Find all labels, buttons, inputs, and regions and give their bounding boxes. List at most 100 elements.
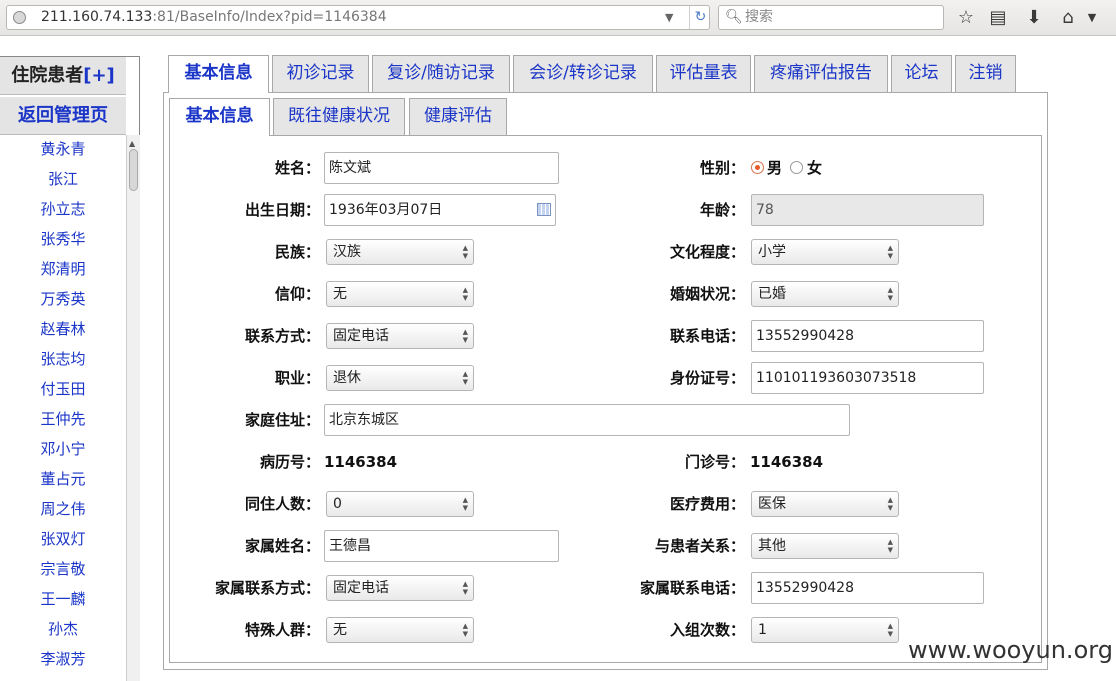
medical-cost-select[interactable]: 医保 ▲ ▼ — [751, 491, 899, 517]
ethnicity-select[interactable]: 汉族 ▲ ▼ — [326, 239, 474, 265]
marital-status-value: 已婚 — [758, 286, 786, 302]
id-card-label: 身份证号： — [669, 369, 745, 387]
medical-cost-label: 医疗费用： — [669, 495, 745, 513]
patient-link[interactable]: 赵春林 — [0, 319, 126, 339]
back-to-admin-button[interactable]: 返回管理页 — [0, 97, 126, 135]
family-contact-method-select[interactable]: 固定电话 ▲ ▼ — [326, 575, 474, 601]
download-icon[interactable]: ⬇ — [1022, 6, 1046, 30]
gender-female-label: 女 — [807, 159, 823, 177]
family-contact-method-label: 家属联系方式： — [214, 579, 320, 597]
patient-link[interactable]: 张江 — [0, 169, 126, 189]
phone-label: 联系电话： — [669, 327, 745, 345]
subtab-health-history[interactable]: 既往健康状况 — [273, 98, 405, 135]
tab-pain-report[interactable]: 疼痛评估报告 — [754, 55, 888, 92]
scroll-up-icon[interactable]: ▲ — [129, 139, 135, 148]
tab-logout[interactable]: 注销 — [955, 55, 1016, 92]
patient-link[interactable]: 张志均 — [0, 349, 126, 369]
patient-link[interactable]: 周之伟 — [0, 499, 126, 519]
occupation-select[interactable]: 退休 ▲ ▼ — [326, 365, 474, 391]
special-group-label: 特殊人群： — [244, 621, 320, 639]
patient-link[interactable]: 张双灯 — [0, 529, 126, 549]
reload-icon[interactable]: ↻ — [689, 6, 711, 29]
url-dropdown-icon[interactable]: ▼ — [665, 6, 673, 29]
birth-date-input[interactable]: 1936年03月07日 — [324, 194, 556, 226]
reading-list-icon[interactable]: ▤ — [986, 6, 1010, 30]
tab-follow-up[interactable]: 复诊/随访记录 — [372, 55, 510, 92]
scrollbar-thumb[interactable] — [129, 149, 138, 191]
patient-link[interactable]: 孙杰 — [0, 619, 126, 639]
religion-select[interactable]: 无 ▲ ▼ — [326, 281, 474, 307]
subtab-health-assessment[interactable]: 健康评估 — [409, 98, 507, 135]
search-icon: 🔍︎ — [725, 9, 743, 25]
sidebar-scrollbar[interactable]: ▲ — [126, 135, 140, 681]
patient-link[interactable]: 郑清明 — [0, 259, 126, 279]
education-label: 文化程度： — [669, 243, 745, 261]
phone-input[interactable]: 13552990428 — [751, 320, 984, 352]
patient-link[interactable]: 付玉田 — [0, 379, 126, 399]
inpatient-header: 住院患者[+] — [0, 57, 126, 95]
url-text[interactable]: 211.160.74.133:81/BaseInfo/Index?pid=114… — [41, 6, 387, 29]
menu-dropdown-icon[interactable]: ▼ — [1080, 6, 1104, 30]
tab-initial-visit[interactable]: 初诊记录 — [272, 55, 369, 92]
marital-status-select[interactable]: 已婚 ▲ ▼ — [751, 281, 899, 307]
group-count-select[interactable]: 1 ▲ ▼ — [751, 617, 899, 643]
patient-link[interactable]: 宗言敬 — [0, 559, 126, 579]
url-bar[interactable]: 211.160.74.133:81/BaseInfo/Index?pid=114… — [6, 5, 710, 30]
select-arrows-icon: ▲ ▼ — [462, 496, 468, 512]
bookmark-star-icon[interactable]: ☆ — [954, 6, 978, 30]
gender-male-radio[interactable] — [751, 161, 764, 174]
family-phone-input[interactable]: 13552990428 — [751, 572, 984, 604]
calendar-icon[interactable] — [537, 203, 551, 216]
home-icon[interactable]: ⌂ — [1056, 6, 1080, 30]
medical-record-value: 1146384 — [324, 453, 398, 471]
select-arrows-icon: ▲ ▼ — [462, 286, 468, 302]
age-input: 78 — [751, 194, 984, 226]
patient-link[interactable]: 王一麟 — [0, 589, 126, 609]
patient-link[interactable]: 李淑芳 — [0, 649, 126, 669]
patient-link[interactable]: 邓小宁 — [0, 439, 126, 459]
birth-date-value: 1936年03月07日 — [329, 202, 443, 218]
address-input[interactable]: 北京东城区 — [324, 404, 850, 436]
special-group-select[interactable]: 无 ▲ ▼ — [326, 617, 474, 643]
education-value: 小学 — [758, 244, 786, 260]
patient-link[interactable]: 张秀华 — [0, 229, 126, 249]
search-bar[interactable]: 🔍︎ 搜索 — [718, 5, 944, 30]
family-name-input[interactable]: 王德昌 — [324, 530, 559, 562]
select-arrows-icon: ▲ ▼ — [887, 244, 893, 260]
watermark-text: www.wooyun.org — [908, 636, 1113, 664]
medical-record-label: 病历号： — [259, 453, 320, 471]
occupation-value: 退休 — [333, 370, 361, 386]
family-phone-label: 家属联系电话： — [639, 579, 745, 597]
group-count-label: 入组次数： — [669, 621, 745, 639]
add-patient-button[interactable]: [+] — [83, 65, 115, 86]
patient-link[interactable]: 王仲先 — [0, 409, 126, 429]
family-name-label: 家属姓名： — [244, 537, 320, 555]
select-arrows-icon: ▲ ▼ — [462, 622, 468, 638]
tab-forum[interactable]: 论坛 — [891, 55, 952, 92]
relation-select[interactable]: 其他 ▲ ▼ — [751, 533, 899, 559]
marital-status-label: 婚姻状况： — [669, 285, 745, 303]
gender-female-radio[interactable] — [790, 161, 803, 174]
religion-label: 信仰： — [274, 285, 320, 303]
tab-basic-info[interactable]: 基本信息 — [168, 55, 269, 93]
name-label: 姓名： — [274, 159, 320, 177]
patient-link[interactable]: 孙立志 — [0, 199, 126, 219]
name-input[interactable]: 陈文斌 — [324, 152, 559, 184]
cohabitants-label: 同住人数： — [244, 495, 320, 513]
patient-link[interactable]: 万秀英 — [0, 289, 126, 309]
gender-label: 性别： — [699, 159, 745, 177]
gender-male-label: 男 — [767, 159, 783, 177]
education-select[interactable]: 小学 ▲ ▼ — [751, 239, 899, 265]
contact-method-select[interactable]: 固定电话 ▲ ▼ — [326, 323, 474, 349]
patient-link[interactable]: 黄永青 — [0, 139, 126, 159]
tab-consultation[interactable]: 会诊/转诊记录 — [513, 55, 653, 92]
patient-link[interactable]: 董占元 — [0, 469, 126, 489]
ethnicity-value: 汉族 — [333, 244, 361, 260]
occupation-label: 职业： — [274, 369, 320, 387]
subtab-basic-info[interactable]: 基本信息 — [169, 98, 270, 136]
id-card-input[interactable]: 110101193603073518 — [751, 362, 984, 394]
tab-assessment-scale[interactable]: 评估量表 — [656, 55, 751, 92]
cohabitants-select[interactable]: 0 ▲ ▼ — [326, 491, 474, 517]
birth-date-label: 出生日期： — [244, 201, 320, 219]
contact-method-label: 联系方式： — [244, 327, 320, 345]
